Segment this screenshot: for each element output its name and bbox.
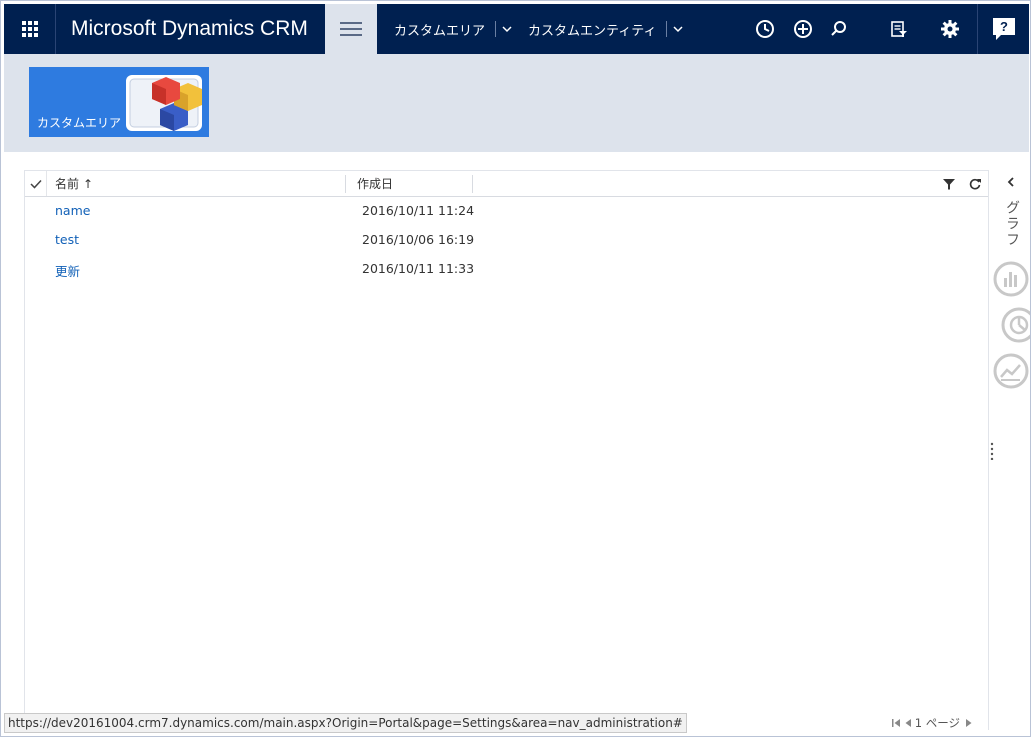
settings-button[interactable] (930, 4, 970, 54)
pager: 1 ページ (891, 715, 976, 731)
chevron-down-icon (673, 23, 683, 36)
svg-text:?: ? (1000, 19, 1008, 34)
filter-icon[interactable] (942, 177, 956, 191)
table-row[interactable]: name 2016/10/11 11:24 (25, 197, 988, 226)
hamburger-icon (340, 22, 362, 36)
status-bar-url: https://dev20161004.crm7.dynamics.com/ma… (4, 713, 687, 733)
record-name-link[interactable]: 更新 (55, 261, 80, 280)
grid-header: 名前 ↑ 作成日 (25, 171, 988, 197)
sort-ascending-icon: ↑ (83, 176, 94, 191)
line-chart-icon[interactable] (992, 352, 1030, 390)
nav-area-dropdown[interactable]: カスタムエリア (394, 4, 512, 54)
record-name-link[interactable]: test (55, 232, 79, 247)
filter-list-icon (891, 21, 907, 37)
search-button[interactable] (819, 4, 859, 54)
record-created-on: 2016/10/11 11:33 (362, 261, 475, 276)
column-header-created-label: 作成日 (357, 177, 394, 191)
recent-button[interactable] (745, 4, 785, 54)
next-page-icon[interactable] (964, 717, 974, 729)
chart-pane-label[interactable]: グラフ (1002, 200, 1022, 248)
nav-menu-button[interactable] (325, 4, 377, 54)
chart-rail: グラフ (990, 170, 1030, 715)
column-header-created-on[interactable]: 作成日 (357, 171, 471, 196)
app-title: Microsoft Dynamics CRM (71, 17, 308, 40)
plus-circle-icon (794, 20, 812, 38)
help-icon: ? (992, 18, 1015, 40)
checkmark-icon (29, 179, 42, 189)
pie-chart-icon[interactable] (1000, 306, 1031, 344)
page-indicator: 1 ページ (914, 716, 960, 730)
search-icon (831, 21, 846, 36)
column-separator[interactable] (345, 175, 346, 193)
app-launcher-button[interactable] (4, 4, 56, 54)
chevron-left-icon[interactable] (1004, 174, 1018, 190)
column-header-name-label: 名前 (55, 177, 80, 191)
table-row[interactable]: 更新 2016/10/11 11:33 (25, 255, 988, 284)
nav-entity-label: カスタムエンティティ (528, 23, 657, 39)
help-button[interactable]: ? (977, 4, 1029, 54)
record-created-on: 2016/10/06 16:19 (362, 232, 475, 247)
custom-area-tile[interactable]: カスタムエリア (29, 67, 209, 137)
table-row[interactable]: test 2016/10/06 16:19 (25, 226, 988, 255)
create-button[interactable] (783, 4, 823, 54)
nav-separator (495, 21, 497, 37)
records-grid: 名前 ↑ 作成日 name 2016/10/11 11:24 test 2016… (24, 170, 989, 730)
clock-icon (756, 20, 774, 38)
waffle-icon (21, 21, 38, 37)
entities-icon (126, 75, 202, 131)
advanced-find-button[interactable] (879, 4, 919, 54)
nav-area-label: カスタムエリア (394, 23, 486, 39)
tile-label: カスタムエリア (37, 116, 122, 130)
column-separator[interactable] (472, 175, 473, 193)
top-navigation-bar: Microsoft Dynamics CRM カスタムエリア カスタムエンティテ… (4, 4, 1029, 54)
nav-separator (666, 21, 668, 37)
nav-entity-dropdown[interactable]: カスタムエンティティ (528, 4, 683, 54)
record-name-link[interactable]: name (55, 203, 90, 218)
splitter-handle-icon[interactable] (990, 442, 994, 460)
chevron-down-icon (502, 23, 512, 36)
first-page-icon[interactable] (891, 717, 901, 729)
select-all-checkbox[interactable] (25, 171, 47, 196)
previous-page-icon[interactable] (903, 717, 913, 729)
crm-window: Microsoft Dynamics CRM カスタムエリア カスタムエンティテ… (0, 0, 1031, 737)
record-created-on: 2016/10/11 11:24 (362, 203, 475, 218)
header-band: カスタムエリア (4, 54, 1029, 152)
bar-chart-icon[interactable] (992, 260, 1030, 298)
gear-icon (941, 20, 959, 38)
column-header-name[interactable]: 名前 ↑ (55, 171, 345, 196)
refresh-icon[interactable] (968, 177, 982, 191)
